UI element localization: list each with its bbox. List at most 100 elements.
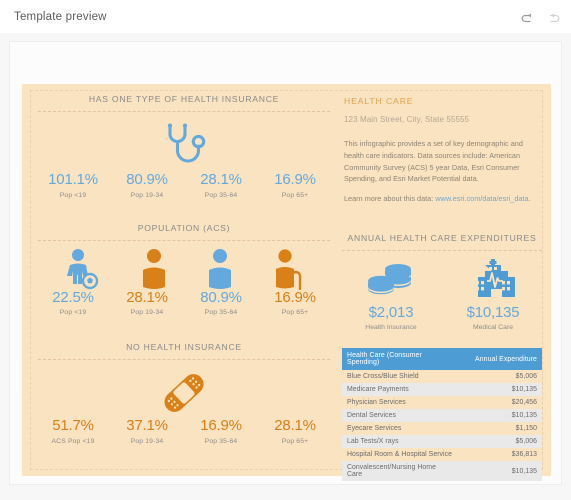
expenditure-values: $2,013 Health Insurance $10,135 Medical … (340, 304, 544, 331)
panel-population: POPULATION (ACS) 22.5% Pop <19 28.1% Pop… (36, 213, 332, 316)
stat-label: Pop 19-34 (130, 437, 164, 445)
health-care-address: 123 Main Street, City, State 55555 (344, 115, 470, 124)
spending-table-wrap: Health Care (Consumer Spending) Annual E… (340, 348, 544, 482)
bandage-icon-band (36, 366, 332, 418)
divider (342, 250, 542, 252)
row-name: Eyecare Services (342, 422, 458, 436)
stat-value: 16.9% (200, 417, 242, 434)
table-row: Convalescent/Nursing Home Care $10,135 (342, 461, 542, 482)
table-header-row: Health Care (Consumer Spending) Annual E… (342, 348, 542, 371)
stat-value: 80.9% (126, 171, 168, 188)
adult-person-icon (209, 248, 232, 289)
table-row: Physician Services $20,456 (342, 396, 542, 410)
spending-table: Health Care (Consumer Spending) Annual E… (342, 348, 542, 482)
infographic: HAS ONE TYPE OF HEALTH INSURANCE 101.1% … (22, 84, 551, 482)
stat-item: 22.5% Pop <19 (36, 288, 110, 316)
expenditure-label: Health Insurance (365, 324, 417, 332)
infographic-right-column: HEALTH CARE 123 Main Street, City, State… (340, 84, 544, 482)
has-insurance-stats: 101.1% Pop <19 80.9% Pop 19-34 28.1% Pop… (36, 171, 332, 199)
stat-label: Pop 35-64 (204, 191, 238, 199)
expenditure-item: $2,013 Health Insurance (340, 304, 442, 331)
row-name: Convalescent/Nursing Home Care (342, 461, 458, 482)
divider (38, 359, 330, 360)
stat-label: Pop 19-34 (130, 309, 164, 316)
expenditure-label: Medical Care (472, 324, 514, 332)
expenditures-icon-band (340, 258, 544, 304)
learn-more-prefix: Learn more about this data: (344, 194, 436, 204)
row-amount: $10,135 (458, 409, 542, 423)
stat-label: Pop 65+ (281, 191, 309, 199)
table-row: Blue Cross/Blue Shield $5,006 (342, 370, 542, 384)
no-insurance-stats: 51.7% ACS Pop <19 37.1% Pop 19-34 16.9% … (36, 417, 332, 445)
stat-value: 22.5% (52, 288, 94, 306)
row-name: Lab Tests/X rays (342, 435, 458, 449)
stat-value: 37.1% (126, 417, 168, 434)
stacked-coins-icon (368, 264, 411, 295)
row-name: Physician Services (342, 396, 458, 410)
stethoscope-icon (167, 123, 206, 163)
panel-population-title: POPULATION (ACS) (137, 222, 231, 233)
stat-item: 28.1% Pop 35-64 (184, 171, 258, 199)
stat-value: 51.7% (52, 417, 94, 434)
table-header-amount[interactable]: Annual Expenditure (458, 348, 542, 371)
table-row: Eyecare Services $1,150 (342, 422, 542, 436)
table-row: Hospital Room & Hospital Service $36,813 (342, 448, 542, 462)
bandage-icon (164, 374, 204, 412)
table-row: Lab Tests/X rays $5,006 (342, 435, 542, 449)
preview-canvas: HAS ONE TYPE OF HEALTH INSURANCE 101.1% … (9, 41, 562, 485)
row-amount: $20,456 (458, 396, 542, 410)
row-name: Medicare Payments (342, 383, 458, 397)
hospital-building-icon (476, 259, 515, 298)
elderly-with-cane-icon (275, 248, 301, 290)
divider (38, 239, 330, 241)
panel-has-insurance-title: HAS ONE TYPE OF HEALTH INSURANCE (88, 94, 280, 104)
row-amount: $5,006 (458, 435, 542, 449)
expenditure-value: $10,135 (466, 304, 520, 322)
health-care-header: HEALTH CARE 123 Main Street, City, State… (340, 84, 544, 203)
stat-value: 28.1% (126, 288, 168, 306)
stat-value: 16.9% (274, 288, 316, 306)
stat-item: 28.1% Pop 65+ (258, 417, 332, 445)
panel-expenditures: ANNUAL HEALTH CARE EXPENDITURES $2,013 H… (340, 223, 544, 331)
table-row: Dental Services $10,135 (342, 409, 542, 423)
stat-label: ACS Pop <19 (51, 437, 95, 445)
row-amount: $1,150 (458, 422, 542, 436)
table-header-category[interactable]: Health Care (Consumer Spending) (342, 348, 458, 371)
stat-label: Pop <19 (59, 191, 87, 199)
stat-item: 80.9% Pop 35-64 (184, 288, 258, 316)
adult-person-icon (142, 248, 165, 289)
health-care-title: HEALTH CARE (344, 96, 414, 106)
row-name: Dental Services (342, 409, 458, 423)
esri-data-link[interactable]: www.esri.com/data/esri_data. (435, 194, 530, 203)
redo-arrow-icon[interactable] (545, 9, 561, 25)
population-stats: 22.5% Pop <19 28.1% Pop 19-34 80.9% Pop … (36, 288, 332, 316)
infographic-left-column: HAS ONE TYPE OF HEALTH INSURANCE 101.1% … (36, 84, 332, 476)
stat-value: 80.9% (200, 288, 242, 306)
stat-value: 16.9% (274, 171, 316, 188)
divider (38, 111, 330, 112)
panel-expenditures-title: ANNUAL HEALTH CARE EXPENDITURES (347, 233, 537, 244)
child-with-ball-icon (67, 248, 99, 289)
stat-item: 28.1% Pop 19-34 (110, 288, 184, 316)
stat-item: 51.7% ACS Pop <19 (36, 417, 110, 445)
preview-workarea: HAS ONE TYPE OF HEALTH INSURANCE 101.1% … (0, 33, 571, 500)
stat-label: Pop 35-64 (204, 309, 238, 316)
row-amount: $10,135 (458, 461, 542, 482)
stat-item: 16.9% Pop 65+ (258, 288, 332, 316)
stat-label: Pop 19-34 (130, 191, 164, 199)
stat-item: 16.9% Pop 65+ (258, 171, 332, 199)
stat-label: Pop 35-64 (204, 437, 238, 445)
panel-no-insurance-title: NO HEALTH INSURANCE (126, 342, 242, 352)
row-amount: $5,006 (458, 370, 542, 384)
panel-has-insurance: HAS ONE TYPE OF HEALTH INSURANCE 101.1% … (36, 84, 332, 199)
stat-value: 28.1% (200, 171, 242, 188)
table-row: Medicare Payments $10,135 (342, 383, 542, 397)
expenditure-item: $10,135 Medical Care (442, 304, 544, 331)
stethoscope-icon-band (36, 118, 332, 172)
titlebar: Template preview (0, 0, 571, 34)
stat-label: Pop 65+ (281, 437, 309, 445)
row-amount: $36,813 (458, 448, 542, 462)
stat-item: 80.9% Pop 19-34 (110, 171, 184, 199)
stat-label: Pop <19 (59, 309, 87, 316)
undo-arrow-icon[interactable] (520, 9, 536, 25)
